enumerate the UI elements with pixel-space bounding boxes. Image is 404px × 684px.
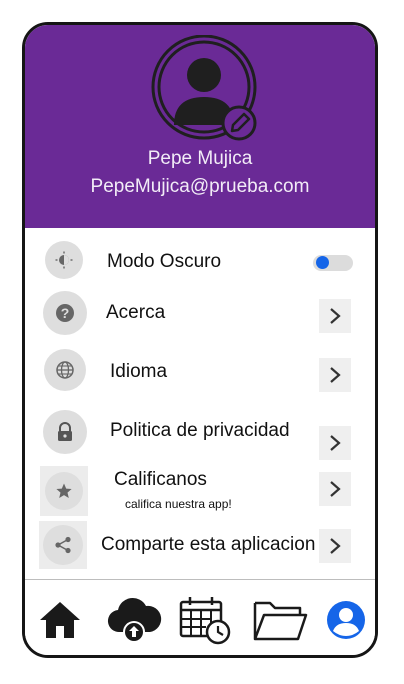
setting-dark-mode[interactable]: Modo Oscuro [25, 239, 375, 283]
setting-label: Acerca [106, 302, 166, 323]
globe-icon [44, 349, 86, 391]
phone-frame: Pepe Mujica PepeMujica@prueba.com Modo O… [22, 22, 378, 658]
help-icon: ? [43, 291, 87, 335]
user-email: PepeMujica@prueba.com [90, 176, 310, 197]
setting-rate[interactable]: Calificanos califica nuestra app! [25, 466, 375, 520]
dark-mode-toggle[interactable] [313, 255, 353, 271]
setting-about[interactable]: ? Acerca [25, 289, 375, 339]
share-icon-box [39, 521, 87, 569]
svg-text:?: ? [61, 305, 70, 321]
cloud-upload-icon [107, 597, 162, 643]
nav-account[interactable] [323, 595, 369, 645]
setting-privacy[interactable]: Politica de privacidad [25, 406, 375, 462]
nav-home[interactable] [35, 595, 85, 645]
lock-icon [43, 410, 87, 454]
setting-label: Modo Oscuro [107, 251, 222, 272]
setting-label: Idioma [110, 361, 168, 382]
folder-icon [253, 601, 308, 641]
setting-sublabel: califica nuestra app! [125, 497, 232, 511]
dark-mode-icon [45, 241, 83, 279]
nav-folder[interactable] [251, 595, 309, 645]
toggle-knob [316, 256, 329, 269]
chevron-right-icon[interactable] [319, 358, 351, 392]
bottom-nav [25, 581, 375, 655]
setting-label: Politica de privacidad [110, 420, 290, 441]
chevron-right-icon[interactable] [319, 529, 351, 563]
avatar-icon [151, 34, 257, 141]
avatar[interactable] [149, 34, 259, 145]
calendar-clock-icon [179, 597, 231, 645]
share-icon [43, 525, 83, 565]
account-icon [327, 601, 365, 639]
star-icon-box [40, 466, 88, 516]
setting-language[interactable]: Idioma [25, 346, 375, 396]
nav-calendar[interactable] [177, 595, 233, 645]
star-icon [45, 472, 83, 510]
setting-label: Calificanos [114, 469, 207, 490]
home-icon [40, 602, 80, 638]
nav-cloud-upload[interactable] [105, 595, 163, 645]
chevron-right-icon[interactable] [319, 299, 351, 333]
user-name: Pepe Mujica [147, 148, 253, 169]
setting-share[interactable]: Comparte esta aplicacion [25, 521, 375, 571]
chevron-right-icon[interactable] [319, 426, 351, 460]
profile-header: Pepe Mujica PepeMujica@prueba.com [25, 25, 375, 228]
setting-label: Comparte esta aplicacion [101, 534, 316, 555]
nav-divider [25, 579, 375, 580]
chevron-right-icon[interactable] [319, 472, 351, 506]
